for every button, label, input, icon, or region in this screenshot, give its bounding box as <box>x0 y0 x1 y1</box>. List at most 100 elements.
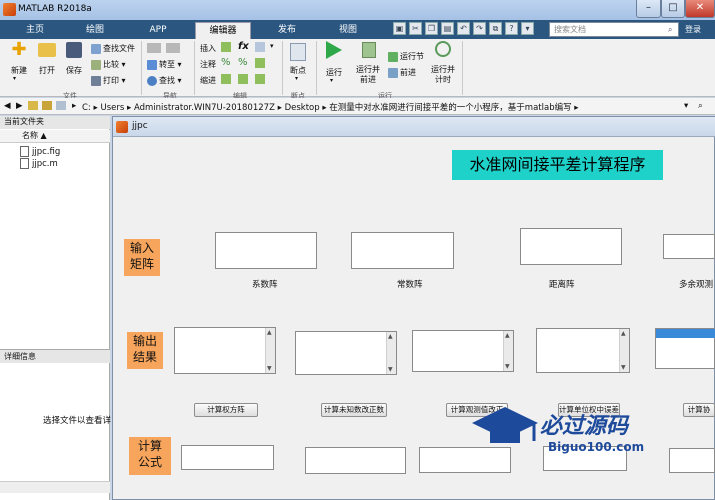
run-and-time-icon[interactable] <box>435 41 451 57</box>
back-arrow-icon[interactable]: ◀ <box>4 101 11 111</box>
scrollbar[interactable]: ▲ ▼ <box>265 328 275 373</box>
divider <box>141 41 142 95</box>
distance-matrix-input[interactable] <box>520 228 622 265</box>
open-folder-icon[interactable] <box>38 43 56 57</box>
address-dropdown-icon[interactable]: ▾ <box>684 101 688 111</box>
compute-unknown-correction-button[interactable]: 计算未知数改正数 <box>321 403 387 417</box>
find-button[interactable]: 查找 ▾ <box>147 75 182 86</box>
minimize-button[interactable]: – <box>636 0 661 18</box>
compute-weight-matrix-button[interactable]: 计算权方阵 <box>194 403 258 417</box>
new-dropdown-icon[interactable]: ▾ <box>13 75 16 82</box>
wrap-comments-icon[interactable] <box>255 58 265 68</box>
insert-button[interactable]: 插入 <box>200 43 216 54</box>
switch-windows-icon[interactable]: ⧉ <box>489 22 502 35</box>
login-link[interactable]: 登录 <box>685 24 701 35</box>
comment-percent-icon[interactable]: % <box>221 58 231 68</box>
cut-quick-icon[interactable]: ✂ <box>409 22 422 35</box>
smart-indent-icon[interactable] <box>221 74 231 84</box>
path-part[interactable]: C: ▸ Users ▸ Administrator.WIN7U-2018012… <box>82 101 579 113</box>
unknown-correction-result-list[interactable]: ▲ ▼ <box>295 331 397 375</box>
compute-covariance-button[interactable]: 计算协 <box>683 403 715 417</box>
forward-arrow-icon[interactable]: ▶ <box>16 101 23 111</box>
maximize-button[interactable]: □ <box>661 0 685 18</box>
goto-icon <box>147 59 157 70</box>
divider <box>462 41 463 95</box>
tab-home[interactable]: 主页 <box>10 22 60 39</box>
print-button[interactable]: 打印 ▾ <box>91 75 126 86</box>
search-input[interactable]: 搜索文档 <box>549 22 679 37</box>
horizontal-scrollbar[interactable] <box>0 481 110 493</box>
compare-icon <box>91 59 101 70</box>
name-column-header[interactable]: 名称 ▲ <box>0 130 110 143</box>
window-title-bar: MATLAB R2018a <box>0 0 715 20</box>
decrease-indent-icon[interactable] <box>255 74 265 84</box>
tab-publish[interactable]: 发布 <box>262 22 312 39</box>
observation-correction-result-list[interactable]: ▲ ▼ <box>412 330 514 372</box>
selected-row[interactable] <box>656 329 715 338</box>
paste-quick-icon[interactable]: ▤ <box>441 22 454 35</box>
insert-dropdown-icon[interactable]: ▾ <box>270 42 274 50</box>
list-item[interactable]: jjpc.m <box>20 158 58 169</box>
uncomment-percent-icon[interactable]: % <box>238 58 248 68</box>
unknown-formula-input[interactable] <box>305 447 406 474</box>
tab-editor[interactable]: 编辑器 <box>195 22 251 39</box>
help-dropdown-icon[interactable]: ▾ <box>521 22 534 35</box>
save-disk-icon[interactable] <box>66 42 82 58</box>
find-files-button[interactable]: 查找文件 <box>91 43 135 54</box>
constant-matrix-input[interactable] <box>351 232 454 269</box>
indent-button[interactable]: 缩进 <box>200 75 216 86</box>
program-title: 水准网间接平差计算程序 <box>452 150 663 180</box>
tab-view[interactable]: 视图 <box>323 22 373 39</box>
save-quick-icon[interactable]: ▣ <box>393 22 406 35</box>
compare-button[interactable]: 比较 ▾ <box>91 59 126 70</box>
scrollbar[interactable]: ▲ ▼ <box>619 329 629 372</box>
search-icon[interactable]: ⌕ <box>668 25 672 35</box>
run-and-advance-button[interactable]: 运行并 前进 <box>356 65 380 85</box>
figure-matlab-icon <box>116 121 128 133</box>
list-item[interactable]: jjpc.fig <box>20 146 60 157</box>
distance-matrix-caption: 距离阵 <box>549 280 575 290</box>
scrollbar[interactable]: ▲ ▼ <box>503 331 513 371</box>
up-folder-icon[interactable] <box>28 101 38 110</box>
run-dropdown-icon[interactable]: ▾ <box>330 77 333 84</box>
insert-section-icon[interactable] <box>221 42 231 52</box>
unit-weight-error-result-list[interactable]: ▲ ▼ <box>536 328 630 373</box>
fig-file-icon <box>20 146 29 157</box>
breakpoints-dropdown-icon[interactable]: ▾ <box>295 75 298 82</box>
advance-button[interactable]: 前进 <box>388 67 416 78</box>
copy-quick-icon[interactable]: ❐ <box>425 22 438 35</box>
covariance-formula-input[interactable] <box>669 448 715 473</box>
run-and-advance-icon[interactable] <box>362 42 376 58</box>
new-file-icon[interactable]: ✚ <box>10 41 28 59</box>
divider <box>194 41 195 95</box>
browse-folder-icon[interactable] <box>42 101 52 110</box>
run-section-button[interactable]: 运行节 <box>388 51 424 62</box>
coefficient-matrix-input[interactable] <box>215 232 317 269</box>
help-quick-icon[interactable]: ? <box>505 22 518 35</box>
forward-nav-icon[interactable] <box>166 43 180 53</box>
redo-quick-icon[interactable]: ↷ <box>473 22 486 35</box>
breakpoints-icon[interactable] <box>290 43 306 61</box>
tab-plots[interactable]: 绘图 <box>70 22 120 39</box>
redundant-observation-input[interactable] <box>663 234 715 259</box>
increase-indent-icon[interactable] <box>238 74 248 84</box>
weight-formula-input[interactable] <box>181 445 274 470</box>
run-and-time-button[interactable]: 运行并 计时 <box>431 65 455 85</box>
goto-button[interactable]: 转至 ▾ <box>147 59 182 70</box>
tab-apps[interactable]: APP <box>133 22 183 39</box>
close-button[interactable]: ✕ <box>685 0 715 18</box>
insert-function-icon[interactable]: fx <box>238 41 249 52</box>
scrollbar[interactable]: ▲ ▼ <box>386 332 396 374</box>
run-icon[interactable] <box>326 41 342 59</box>
save-button-label[interactable]: 保存 <box>66 65 82 76</box>
weight-matrix-result-list[interactable]: ▲ ▼ <box>174 327 276 374</box>
undo-quick-icon[interactable]: ↶ <box>457 22 470 35</box>
open-button-label[interactable]: 打开 <box>39 65 55 76</box>
comment-button[interactable]: 注释 <box>200 59 216 70</box>
search-folder-icon[interactable] <box>56 101 66 110</box>
back-nav-icon[interactable] <box>147 43 161 53</box>
address-search-icon[interactable]: ⌕ <box>698 101 703 111</box>
insert-cell-icon[interactable] <box>255 42 265 52</box>
run-button-label[interactable]: 运行 <box>326 67 342 78</box>
covariance-result-list[interactable] <box>655 328 715 369</box>
